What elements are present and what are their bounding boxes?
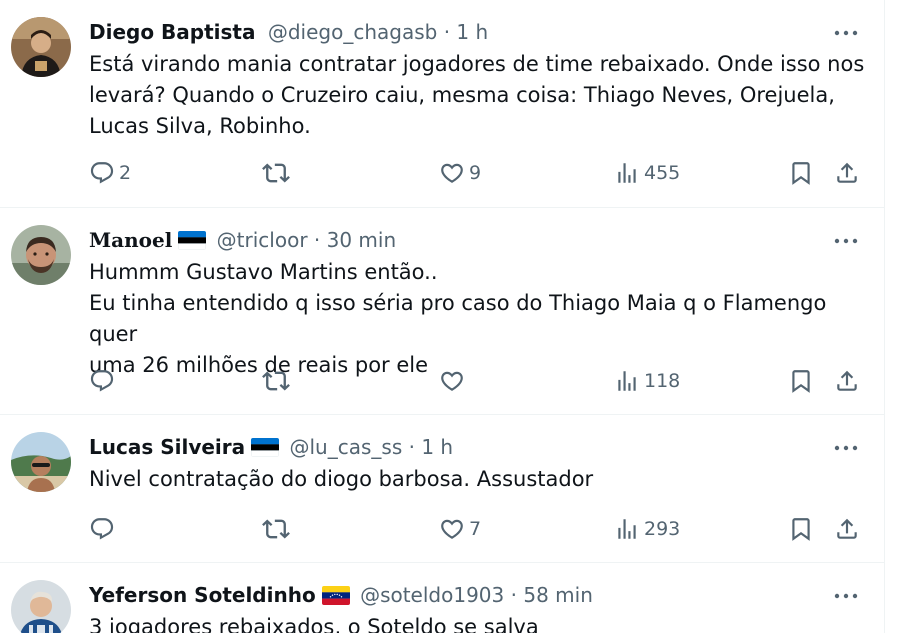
user-handle[interactable]: @tricloor [217, 228, 308, 252]
separator: · [313, 228, 321, 252]
tweet-text: Hummm Gustavo Martins então.. Eu tinha e… [89, 260, 827, 377]
display-name[interactable]: Diego Baptista [89, 20, 255, 44]
tweet-actions: 2 9 455 [89, 158, 869, 188]
reply-icon [89, 368, 115, 394]
user-handle[interactable]: @diego_chagasb [268, 20, 437, 44]
separator: · [510, 583, 517, 607]
tweet-text: Nivel contratação do diogo barbosa. Assu… [89, 467, 594, 491]
heart-icon [439, 516, 465, 542]
tweet-actions: 118 [89, 366, 869, 396]
tweet[interactable]: Diego Baptista @diego_chagasb · 1 h Está… [0, 0, 884, 208]
user-handle[interactable]: @soteldo1903 [360, 583, 504, 607]
tweet-text: Está virando mania contratar jogadores d… [89, 52, 865, 138]
reply-feed: Diego Baptista @diego_chagasb · 1 h Está… [0, 0, 885, 633]
views-icon [614, 368, 640, 394]
views-icon [614, 516, 640, 542]
user-handle[interactable]: @lu_cas_ss [290, 435, 403, 459]
share-button[interactable] [834, 366, 860, 396]
repost-icon [262, 159, 290, 187]
estonia-flag-icon [178, 231, 207, 250]
repost-icon [262, 367, 290, 395]
tweet-text: 3 jogadores rebaixados, o Soteldo se sal… [89, 615, 539, 633]
more-icon[interactable] [834, 432, 858, 462]
share-button[interactable] [834, 514, 860, 544]
views-icon [614, 160, 640, 186]
avatar[interactable] [11, 580, 71, 633]
repost-button[interactable] [262, 366, 294, 396]
like-button[interactable] [439, 366, 469, 396]
avatar[interactable] [11, 432, 71, 492]
bookmark-icon [788, 368, 814, 394]
more-icon[interactable] [834, 17, 858, 47]
tweet-header: Lucas Silveira @lu_cas_ss · 1 h [89, 432, 864, 462]
bookmark-icon [788, 516, 814, 542]
like-button[interactable]: 7 [439, 514, 481, 544]
bookmark-icon [788, 160, 814, 186]
heart-icon [439, 368, 465, 394]
tweet[interactable]: Lucas Silveira @lu_cas_ss · 1 h Nivel co… [0, 414, 884, 563]
share-icon [834, 516, 860, 542]
timestamp[interactable]: 1 h [456, 20, 488, 44]
timestamp[interactable]: 30 min [327, 228, 397, 252]
views-count: 293 [644, 518, 681, 540]
reply-button[interactable] [89, 366, 119, 396]
display-name[interactable]: 𝐌𝐚𝐧𝐨𝐞𝐥 [89, 228, 172, 252]
timestamp[interactable]: 58 min [523, 583, 593, 607]
like-count: 7 [469, 518, 482, 540]
separator: · [443, 20, 451, 44]
venezuela-flag-icon [321, 586, 350, 605]
more-icon[interactable] [834, 225, 858, 255]
share-icon [834, 368, 860, 394]
share-button[interactable] [834, 158, 860, 188]
like-count: 9 [469, 162, 482, 184]
bookmark-button[interactable] [788, 514, 814, 544]
display-name[interactable]: Lucas Silveira [89, 435, 245, 459]
bookmark-button[interactable] [788, 158, 814, 188]
heart-icon [439, 160, 465, 186]
repost-button[interactable] [262, 158, 294, 188]
timestamp[interactable]: 1 h [421, 435, 453, 459]
avatar[interactable] [11, 225, 71, 285]
views-button[interactable]: 118 [614, 366, 680, 396]
repost-button[interactable] [262, 514, 294, 544]
views-count: 455 [644, 162, 681, 184]
reply-icon [89, 516, 115, 542]
more-icon[interactable] [834, 580, 858, 610]
tweet-header: Yeferson Soteldinho @soteldo1903 · 58 mi… [89, 580, 864, 610]
views-button[interactable]: 293 [614, 514, 680, 544]
display-name[interactable]: Yeferson Soteldinho [89, 583, 316, 607]
tweet-actions: 7 293 [89, 514, 869, 544]
repost-icon [262, 515, 290, 543]
reply-count: 2 [119, 162, 132, 184]
bookmark-button[interactable] [788, 366, 814, 396]
like-button[interactable]: 9 [439, 158, 481, 188]
tweet[interactable]: 𝐌𝐚𝐧𝐨𝐞𝐥 @tricloor · 30 min Hummm Gustavo … [0, 207, 884, 415]
separator: · [408, 435, 415, 459]
reply-icon [89, 160, 115, 186]
tweet-header: Diego Baptista @diego_chagasb · 1 h [89, 17, 864, 47]
share-icon [834, 160, 860, 186]
tweet[interactable]: Yeferson Soteldinho @soteldo1903 · 58 mi… [0, 562, 884, 633]
views-count: 118 [644, 370, 681, 392]
tweet-header: 𝐌𝐚𝐧𝐨𝐞𝐥 @tricloor · 30 min [89, 225, 864, 255]
avatar[interactable] [11, 17, 71, 77]
estonia-flag-icon [251, 438, 280, 457]
reply-button[interactable]: 2 [89, 158, 131, 188]
views-button[interactable]: 455 [614, 158, 680, 188]
reply-button[interactable] [89, 514, 119, 544]
